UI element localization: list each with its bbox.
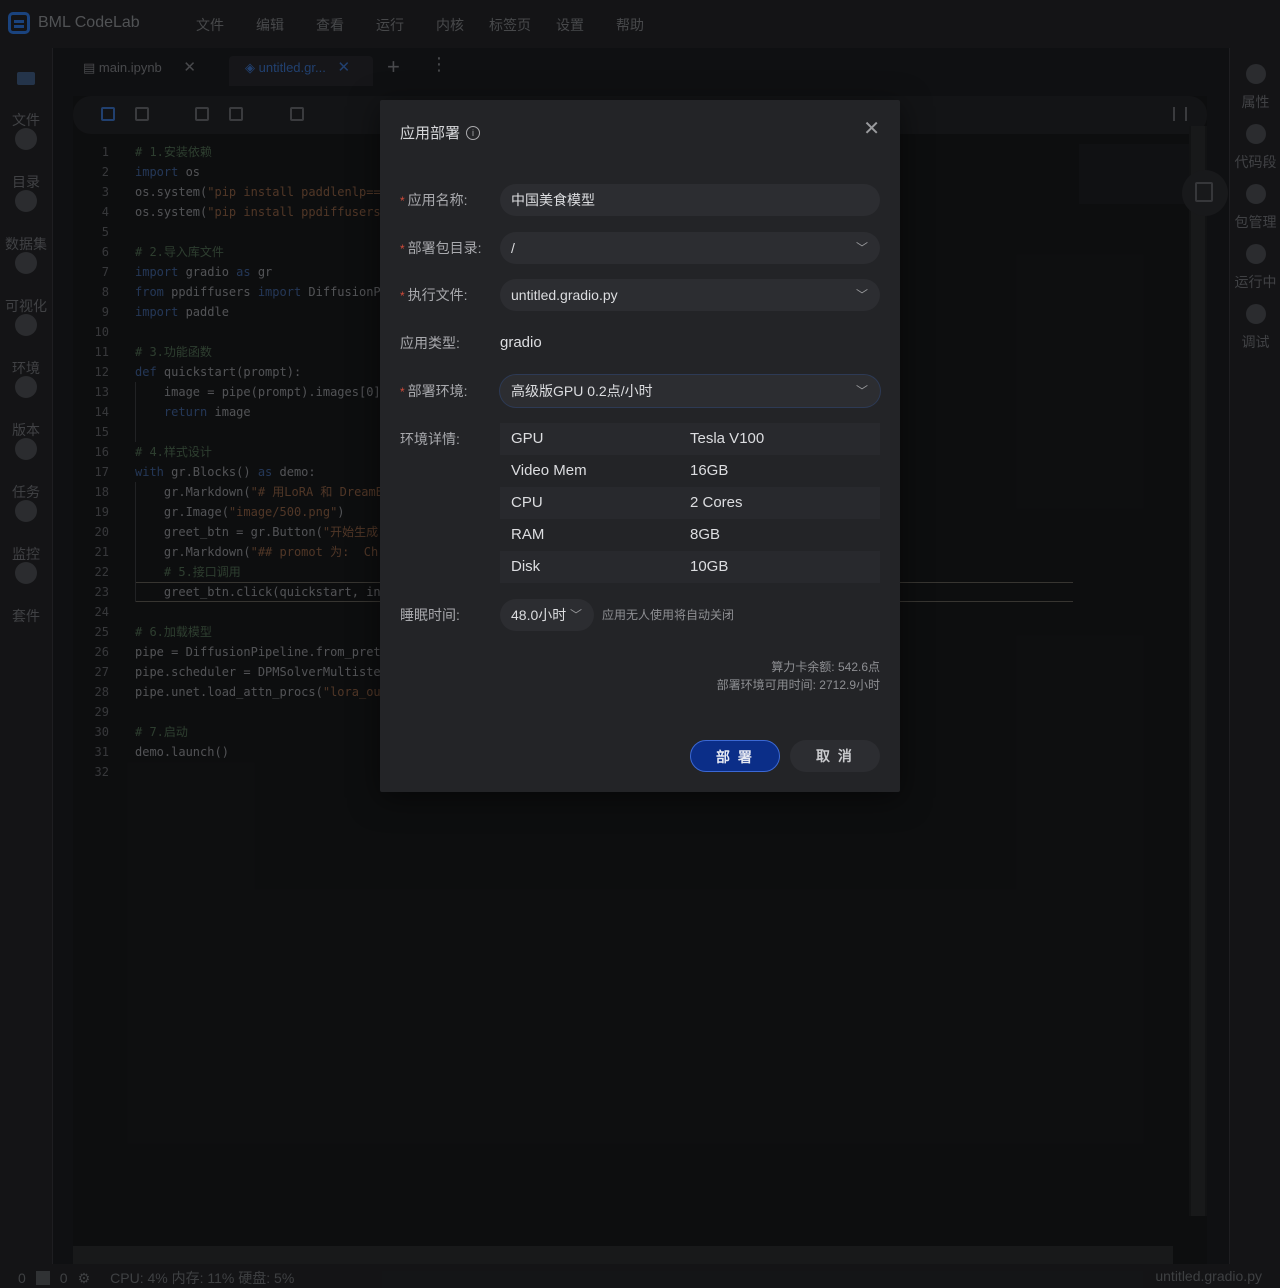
label-text: 部署包目录: bbox=[407, 240, 482, 256]
label-text: 执行文件: bbox=[407, 287, 468, 303]
required-mark: * bbox=[400, 194, 405, 208]
deploy-env-label: * 部署环境: bbox=[400, 375, 468, 408]
sleep-note: 应用无人使用将自动关闭 bbox=[602, 608, 735, 622]
deploy-env-row: * 部署环境: 高级版GPU 0.2点/小时 ﹀ bbox=[400, 375, 880, 407]
env-detail-key: CPU bbox=[511, 494, 543, 511]
package-dir-row: * 部署包目录: / ﹀ bbox=[400, 232, 880, 264]
label-text: 部署环境: bbox=[407, 383, 468, 399]
app-name-input[interactable]: 中国美食模型 bbox=[500, 184, 880, 216]
deploy-button[interactable]: 部 署 bbox=[690, 740, 780, 772]
sleep-row: 睡眠时间: 48.0小时 ﹀ 应用无人使用将自动关闭 bbox=[400, 599, 880, 631]
sleep-time-select[interactable]: 48.0小时 ﹀ bbox=[500, 599, 594, 631]
select-value: untitled.gradio.py bbox=[511, 287, 618, 303]
exec-file-select[interactable]: untitled.gradio.py ﹀ bbox=[500, 279, 880, 311]
exec-file-row: * 执行文件: untitled.gradio.py ﹀ bbox=[400, 279, 880, 311]
info-icon[interactable]: i bbox=[466, 125, 481, 140]
app-name-label: * 应用名称: bbox=[400, 184, 468, 217]
package-dir-label: * 部署包目录: bbox=[400, 232, 482, 265]
cancel-button[interactable]: 取 消 bbox=[790, 740, 880, 772]
app-type-label: 应用类型: bbox=[400, 335, 460, 351]
env-detail-value: 2 Cores bbox=[690, 494, 743, 511]
balance-info: 算力卡余额: 542.6点 部署环境可用时间: 2712.9小时 bbox=[717, 658, 880, 694]
available-time: 部署环境可用时间: 2712.9小时 bbox=[716, 678, 880, 692]
required-mark: * bbox=[400, 289, 405, 303]
close-icon[interactable]: ✕ bbox=[863, 116, 880, 141]
env-detail-key: GPU bbox=[511, 430, 544, 447]
dialog-title: 应用部署 i bbox=[400, 122, 481, 143]
env-detail-value: 16GB bbox=[690, 462, 729, 479]
app-type-row: 应用类型: gradio bbox=[400, 327, 880, 359]
required-mark: * bbox=[400, 242, 405, 256]
select-value: 48.0小时 bbox=[511, 607, 567, 623]
env-details-table: GPU Tesla V100 Video Mem 16GB CPU 2 Cores RAM 8… bbox=[500, 423, 880, 583]
env-detail-row: GPU Tesla V100 bbox=[500, 423, 880, 455]
env-detail-row: Disk 10GB bbox=[500, 551, 880, 583]
app-type-value: gradio bbox=[500, 334, 542, 351]
env-detail-key: RAM bbox=[511, 526, 545, 543]
deploy-dialog: 应用部署 i ✕ * 应用名称: 中国美食模型 * 部署包目录: / ﹀ * 执行文件… bbox=[380, 100, 900, 792]
chevron-down-icon: ﹀ bbox=[855, 288, 868, 302]
env-details-label: 环境详情: bbox=[400, 431, 460, 447]
env-detail-row: RAM 8GB bbox=[500, 519, 880, 551]
env-detail-value: Tesla V100 bbox=[690, 430, 765, 447]
exec-file-label: * 执行文件: bbox=[400, 279, 468, 312]
env-detail-value: 10GB bbox=[690, 558, 729, 575]
env-detail-value: 8GB bbox=[690, 526, 721, 543]
select-value: / bbox=[511, 240, 515, 256]
select-value: 高级版GPU 0.2点/小时 bbox=[511, 383, 653, 399]
required-mark: * bbox=[400, 385, 405, 399]
package-dir-select[interactable]: / ﹀ bbox=[500, 232, 880, 264]
sleep-label: 睡眠时间: bbox=[400, 607, 460, 623]
chevron-down-icon: ﹀ bbox=[569, 608, 582, 622]
env-detail-row: CPU 2 Cores bbox=[500, 487, 880, 519]
app-name-row: * 应用名称: 中国美食模型 bbox=[400, 184, 880, 216]
chevron-down-icon: ﹀ bbox=[855, 241, 868, 255]
env-detail-key: Video Mem bbox=[511, 462, 587, 479]
card-balance: 算力卡余额: 542.6点 bbox=[771, 660, 880, 674]
dialog-title-text: 应用部署 bbox=[400, 125, 461, 142]
deploy-env-select[interactable]: 高级版GPU 0.2点/小时 ﹀ bbox=[500, 375, 880, 407]
label-text: 应用名称: bbox=[407, 192, 468, 208]
chevron-down-icon: ﹀ bbox=[855, 384, 868, 398]
env-detail-row: Video Mem 16GB bbox=[500, 455, 880, 487]
env-detail-key: Disk bbox=[511, 558, 541, 575]
